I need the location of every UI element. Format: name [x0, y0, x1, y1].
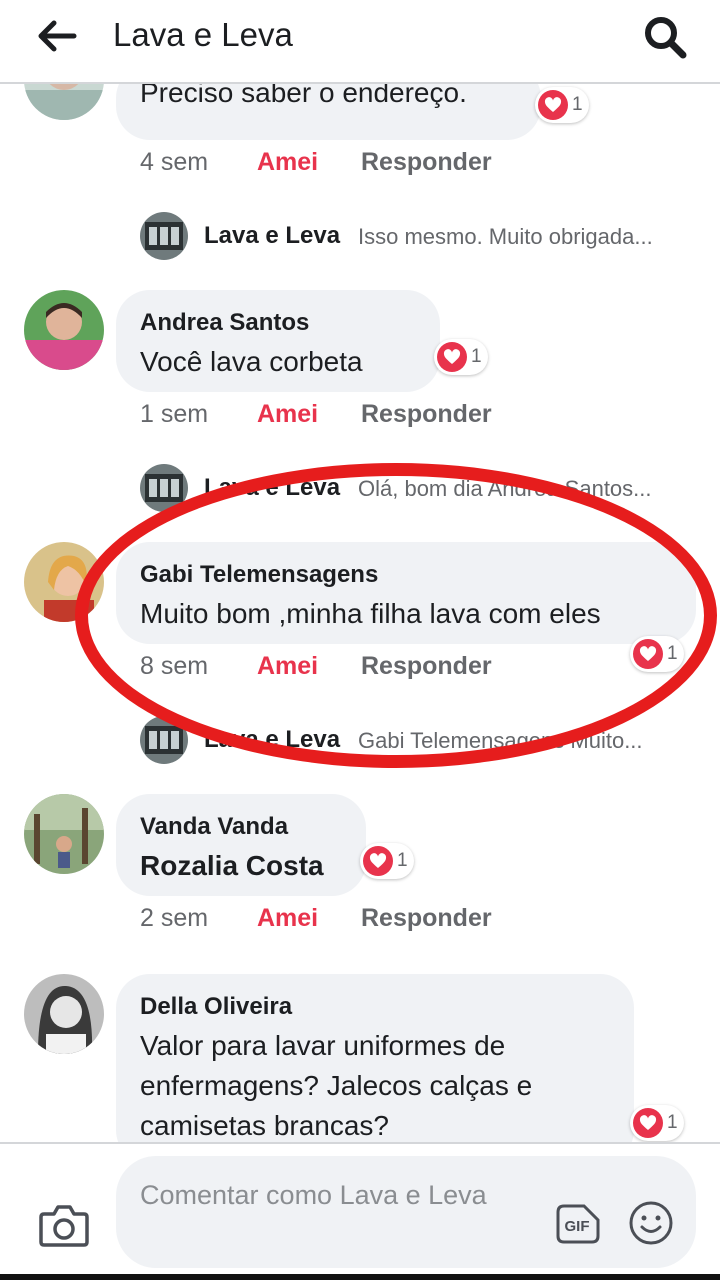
commenter-avatar[interactable] — [24, 794, 104, 874]
love-reaction-icon — [437, 342, 467, 372]
comments-feed[interactable]: Preciso saber o endereço. 1 4 sem Amei R… — [0, 84, 720, 1142]
comment-author[interactable]: Gabi Telemensagens — [140, 561, 378, 589]
reply-text: Isso mesmo. Muito obrigada... — [358, 224, 653, 249]
commenter-avatar[interactable] — [24, 84, 104, 120]
comment-time: 2 sem — [140, 904, 209, 932]
comment-time: 8 sem — [140, 652, 209, 680]
comment-bubble[interactable]: Gabi Telemensagens Muito bom ,minha filh… — [116, 542, 696, 644]
love-reaction-icon — [633, 1108, 663, 1138]
emoji-icon[interactable] — [628, 1200, 674, 1246]
page-avatar — [140, 212, 188, 260]
reaction-count[interactable]: 1 — [434, 339, 488, 375]
page-avatar — [140, 464, 188, 512]
comment-composer: Comentar como Lava e Leva GIF — [0, 1142, 720, 1280]
reply-author: Lava e Leva — [204, 222, 341, 249]
commenter-avatar[interactable] — [24, 542, 104, 622]
svg-text:GIF: GIF — [565, 1218, 590, 1235]
reply-button[interactable]: Responder — [361, 148, 492, 177]
search-icon[interactable] — [640, 12, 690, 62]
comment-author[interactable]: Andrea Santos — [140, 309, 309, 337]
commenter-avatar[interactable] — [24, 290, 104, 370]
comment-bubble[interactable]: Vanda Vanda Rozalia Costa — [116, 794, 366, 896]
reply-button[interactable]: Responder — [361, 904, 492, 933]
comment-text: Você lava corbeta — [140, 346, 363, 377]
reaction-count[interactable]: 1 — [360, 843, 414, 879]
camera-icon[interactable] — [38, 1202, 90, 1248]
love-button[interactable]: Amei — [257, 652, 318, 681]
reply-preview[interactable]: Lava e Leva Olá, bom dia Andrea Santos..… — [140, 464, 700, 512]
reply-preview[interactable]: Lava e Leva Isso mesmo. Muito obrigada..… — [140, 212, 700, 260]
love-button[interactable]: Amei — [257, 148, 318, 177]
reply-button[interactable]: Responder — [361, 400, 492, 429]
reply-author: Lava e Leva — [204, 474, 341, 501]
comment-time: 4 sem — [140, 148, 209, 176]
gif-icon[interactable]: GIF — [554, 1202, 602, 1246]
back-arrow-icon[interactable] — [34, 16, 78, 56]
reaction-count[interactable]: 1 — [535, 87, 589, 123]
page-avatar — [140, 716, 188, 764]
reply-button[interactable]: Responder — [361, 652, 492, 681]
reaction-count[interactable]: 1 — [630, 1105, 684, 1141]
comment-placeholder: Comentar como Lava e Leva — [140, 1180, 487, 1210]
comment-text: Valor para lavar uniformes de enfermagen… — [140, 1030, 533, 1141]
comment-bubble[interactable]: Andrea Santos Você lava corbeta — [116, 290, 440, 392]
comment-text: Preciso saber o endereço. — [140, 84, 467, 108]
comment-text: Rozalia Costa — [140, 850, 324, 881]
comment-input[interactable]: Comentar como Lava e Leva GIF — [116, 1156, 696, 1268]
commenter-avatar[interactable] — [24, 974, 104, 1054]
love-reaction-icon — [538, 90, 568, 120]
top-bar: Lava e Leva — [0, 0, 720, 84]
comment-text: Muito bom ,minha filha lava com eles — [140, 598, 601, 629]
reply-preview[interactable]: Lava e Leva Gabi Telemensagens Muito... — [140, 716, 700, 764]
reply-text: Olá, bom dia Andrea Santos... — [358, 476, 652, 501]
reply-text: Gabi Telemensagens Muito... — [358, 728, 643, 753]
comment-bubble[interactable]: Della Oliveira Valor para lavar uniforme… — [116, 974, 634, 1142]
love-button[interactable]: Amei — [257, 400, 318, 429]
system-bar — [0, 1274, 720, 1280]
love-button[interactable]: Amei — [257, 904, 318, 933]
love-reaction-icon — [363, 846, 393, 876]
comment-time: 1 sem — [140, 400, 209, 428]
comment-author[interactable]: Della Oliveira — [140, 993, 292, 1021]
reaction-count[interactable]: 1 — [630, 636, 684, 672]
comment-bubble[interactable]: Preciso saber o endereço. — [116, 84, 541, 140]
comment-author[interactable]: Vanda Vanda — [140, 813, 288, 841]
reply-author: Lava e Leva — [204, 726, 341, 753]
love-reaction-icon — [633, 639, 663, 669]
page-title: Lava e Leva — [113, 16, 293, 53]
